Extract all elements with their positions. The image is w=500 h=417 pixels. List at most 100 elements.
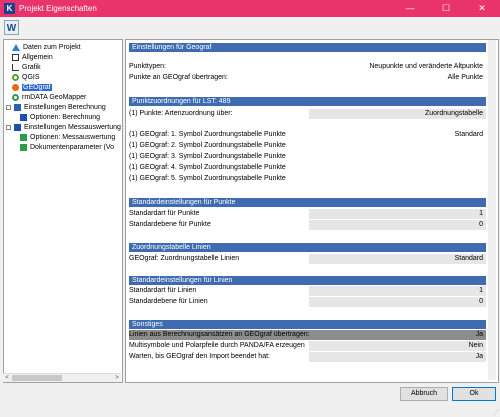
section-header-standard-linien: Standardeinstellungen für Linien (129, 276, 486, 285)
graph-icon (12, 63, 19, 71)
tree-item-label: Einstellungen Messauswertung (24, 124, 121, 131)
symbol-5-select[interactable] (309, 174, 486, 184)
word-export-button[interactable]: W (4, 20, 19, 35)
tree-item-allgemein[interactable]: Allgemein (12, 53, 53, 62)
title-bar: K Projekt Eigenschaften — ☐ ✕ (0, 0, 500, 17)
docparam-icon (20, 143, 27, 151)
qgis-icon (12, 73, 19, 81)
toolbar: W (0, 17, 500, 39)
row-symbol-4: (1) GEOgraf: 4. Symbol Zuordnungstabelle… (129, 163, 486, 173)
row-warten-import: Warten, bis GEOgraf den Import beendet h… (129, 352, 486, 362)
calc-icon (14, 103, 21, 111)
multisymbole-select[interactable]: Nein (309, 341, 486, 351)
section-header-sonstiges: Sonstiges (129, 320, 486, 329)
document-icon (12, 53, 19, 61)
window-title: Projekt Eigenschaften (19, 4, 97, 13)
row-standardebene-punkte: Standardebene für Punkte 0 (129, 220, 486, 230)
option-green-icon (20, 133, 27, 141)
maximize-button[interactable]: ☐ (428, 0, 464, 17)
tree-item-optionen-messauswertung[interactable]: Optionen: Messauswertung (20, 133, 115, 142)
standardart-punkte-input[interactable]: 1 (309, 209, 486, 219)
standardebene-punkte-input[interactable]: 0 (309, 220, 486, 230)
tree-item-qgis[interactable]: QGIS (12, 73, 40, 82)
row-label: (1) GEOgraf: 4. Symbol Zuordnungstabelle… (129, 164, 286, 171)
geograf-icon (12, 83, 19, 91)
symbol-2-select[interactable] (309, 141, 486, 151)
row-standardebene-linien: Standardebene für Linien 0 (129, 297, 486, 307)
row-linien-uebertragen: Linien aus Berechnungsansätzen an GEOgra… (129, 330, 486, 340)
standardebene-linien-input[interactable]: 0 (309, 297, 486, 307)
row-standardart-punkte: Standardart für Punkte 1 (129, 209, 486, 219)
tree-horizontal-scrollbar[interactable]: < > (3, 373, 121, 382)
row-label: Punkte an GEOgraf übertragen: (129, 74, 228, 81)
row-label: (1) GEOgraf: 2. Symbol Zuordnungstabelle… (129, 142, 286, 149)
cancel-button[interactable]: Abbruch (400, 387, 448, 401)
tree-item-label: Allgemein (22, 54, 53, 61)
tree-item-einstellungen-messauswertung[interactable]: Einstellungen Messauswertung (6, 123, 121, 132)
tree-item-dokumentenparameter[interactable]: Dokumentenparameter (Vo (20, 143, 114, 152)
row-label: GEOgraf: Zuordnungstabelle Linien (129, 255, 240, 262)
tree-item-label: Optionen: Berechnung (30, 114, 101, 121)
tree-item-geograf[interactable]: GEOgraf (12, 83, 52, 92)
collapse-icon (6, 124, 11, 130)
punkttypen-select[interactable]: Neupunkte und veränderte Altpunkte (309, 62, 486, 72)
linien-uebertragen-select[interactable]: Ja (309, 330, 486, 340)
triangle-icon (12, 43, 20, 51)
row-punkte-uebertragen: Punkte an GEOgraf übertragen: Alle Punkt… (129, 73, 486, 83)
row-label: Standardebene für Linien (129, 298, 208, 305)
symbol-4-select[interactable] (309, 163, 486, 173)
symbol-3-select[interactable] (309, 152, 486, 162)
zuordnungstabelle-linien-select[interactable]: Standard (309, 254, 486, 264)
panel-vertical-scrollbar[interactable] (488, 40, 496, 380)
row-label: (1) Punkte: Artenzuordnung über: (129, 110, 233, 117)
section-header-standard-punkte: Standardeinstellungen für Punkte (129, 198, 486, 207)
tree-item-label: rmDATA GeoMapper (22, 94, 87, 101)
section-header-zuordnungstabelle-linien: Zuordnungstabelle Linien (129, 243, 486, 252)
row-label: Standardart für Punkte (129, 210, 200, 217)
row-symbol-2: (1) GEOgraf: 2. Symbol Zuordnungstabelle… (129, 141, 486, 151)
row-label: Multisymbole und Polarpfeile durch PANDA… (129, 342, 305, 349)
resize-grip-icon[interactable]: ⋰ (493, 410, 499, 416)
warten-import-select[interactable]: Ja (309, 352, 486, 362)
standardart-linien-input[interactable]: 1 (309, 286, 486, 296)
minimize-button[interactable]: — (392, 0, 428, 17)
app-icon: K (4, 3, 15, 14)
row-zuordnungstabelle-linien: GEOgraf: Zuordnungstabelle Linien Standa… (129, 254, 486, 264)
scroll-left-icon[interactable]: < (3, 374, 11, 382)
row-multisymbole: Multisymbole und Polarpfeile durch PANDA… (129, 341, 486, 351)
row-artenzuordnung: (1) Punkte: Artenzuordnung über: Zuordnu… (129, 109, 486, 119)
section-header-geograf: Einstellungen für Geograf (129, 43, 486, 52)
row-label: (1) GEOgraf: 5. Symbol Zuordnungstabelle… (129, 175, 286, 182)
tree-item-label: Daten zum Projekt (23, 44, 81, 51)
ok-button[interactable]: Ok (452, 387, 496, 401)
artenzuordnung-select[interactable]: Zuordnungstabelle (309, 109, 486, 119)
row-label: (1) GEOgraf: 3. Symbol Zuordnungstabelle… (129, 153, 286, 160)
scrollbar-thumb[interactable] (12, 375, 62, 381)
row-label: Warten, bis GEOgraf den Import beendet h… (129, 353, 270, 360)
tree-item-grafik[interactable]: Grafik (12, 63, 41, 72)
tree-item-label: QGIS (22, 74, 40, 81)
row-label: Standardart für Linien (129, 287, 197, 294)
settings-tree: Daten zum Projekt Allgemein Grafik QGIS … (3, 39, 123, 383)
close-button[interactable]: ✕ (464, 0, 500, 17)
option-icon (20, 113, 27, 121)
tree-item-optionen-berechnung[interactable]: Optionen: Berechnung (20, 113, 100, 122)
row-symbol-3: (1) GEOgraf: 3. Symbol Zuordnungstabelle… (129, 152, 486, 162)
tree-item-rmdata-geomapper[interactable]: rmDATA GeoMapper (12, 93, 86, 102)
collapse-icon (6, 104, 11, 110)
tree-item-daten-zum-projekt[interactable]: Daten zum Projekt (12, 43, 81, 52)
geomapper-icon (12, 93, 19, 101)
tree-item-einstellungen-berechnung[interactable]: Einstellungen Berechnung (6, 103, 106, 112)
row-label: (1) GEOgraf: 1. Symbol Zuordnungstabelle… (129, 131, 286, 138)
punkte-uebertragen-select[interactable]: Alle Punkte (309, 73, 486, 83)
row-symbol-5: (1) GEOgraf: 5. Symbol Zuordnungstabelle… (129, 174, 486, 184)
symbol-1-select[interactable]: Standard (309, 130, 486, 140)
row-standardart-linien: Standardart für Linien 1 (129, 286, 486, 296)
row-punkttypen: Punkttypen: Neupunkte und veränderte Alt… (129, 62, 486, 72)
row-label: Punkttypen: (129, 63, 166, 70)
row-symbol-1: (1) GEOgraf: 1. Symbol Zuordnungstabelle… (129, 130, 486, 140)
scroll-right-icon[interactable]: > (113, 374, 121, 382)
tree-item-label: Optionen: Messauswertung (30, 134, 116, 141)
section-header-punktzuordnungen: Punktzuordnungen für LST: 489 (129, 97, 486, 106)
properties-panel: Einstellungen für Geograf Punkttypen: Ne… (125, 39, 499, 383)
